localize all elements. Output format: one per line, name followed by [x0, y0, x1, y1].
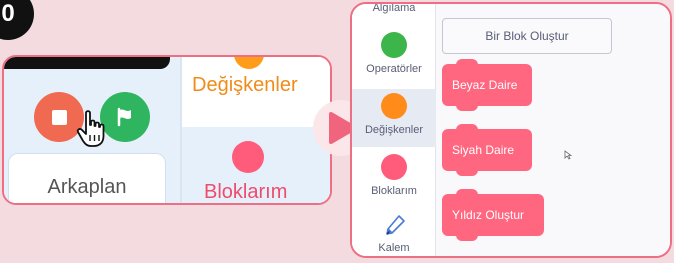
- right-panel-zoom: Algılama Operatörler Değişkenler Bloklar…: [350, 2, 672, 258]
- block-beyaz-daire[interactable]: Beyaz Daire: [442, 59, 532, 111]
- category-pen-label[interactable]: Kalem: [352, 242, 436, 254]
- top-bar: [4, 57, 170, 69]
- variables-label: Değişkenler: [192, 74, 298, 96]
- block-label: Yıldız Oluştur: [452, 208, 525, 222]
- backdrop-label: Arkaplan: [47, 176, 127, 198]
- my-blocks-dot-icon: [232, 141, 264, 173]
- step-badge: 0: [0, 0, 34, 40]
- category-menu: Algılama Operatörler Değişkenler Bloklar…: [352, 4, 436, 256]
- backdrop-tab[interactable]: Arkaplan: [8, 153, 166, 203]
- hand-cursor-icon: [76, 110, 105, 147]
- pen-icon[interactable]: [384, 214, 406, 238]
- make-a-block-button[interactable]: Bir Blok Oluştur: [442, 18, 612, 54]
- variables-dot-icon: [234, 57, 264, 69]
- block-siyah-daire[interactable]: Siyah Daire: [442, 124, 532, 176]
- category-my-blocks-label[interactable]: Bloklarım: [352, 185, 436, 197]
- category-sensing-label[interactable]: Algılama: [352, 4, 436, 14]
- operators-dot-icon[interactable]: [381, 32, 407, 58]
- left-panel-zoom: Arkaplan Değişkenler Bloklarım: [2, 55, 332, 205]
- category-operators-label[interactable]: Operatörler: [352, 63, 436, 75]
- category-variables[interactable]: Değişkenler: [182, 57, 330, 127]
- flag-icon: [117, 107, 131, 127]
- arrow-cursor-icon: [564, 150, 572, 160]
- block-yildiz-olustur[interactable]: Yıldız Oluştur: [442, 189, 544, 241]
- variables-dot-icon[interactable]: [381, 93, 407, 119]
- block-label: Siyah Daire: [452, 143, 515, 157]
- my-blocks-dot-icon[interactable]: [381, 154, 407, 180]
- category-variables-label[interactable]: Değişkenler: [352, 124, 436, 136]
- block-label: Beyaz Daire: [452, 78, 518, 92]
- stop-icon: [51, 109, 67, 125]
- category-area: Değişkenler Bloklarım: [182, 57, 330, 203]
- my-blocks-label: Bloklarım: [204, 181, 288, 203]
- step-badge-number: 0: [1, 0, 15, 27]
- stage-controls-area: Arkaplan: [4, 57, 180, 203]
